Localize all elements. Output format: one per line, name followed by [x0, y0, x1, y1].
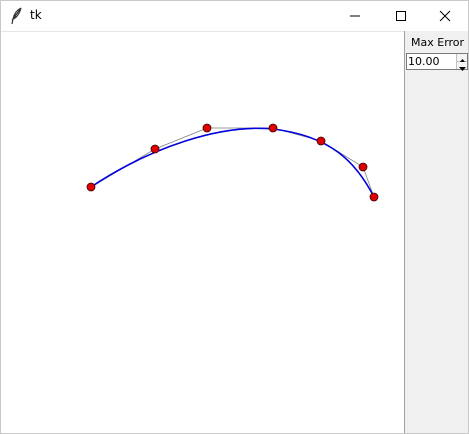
control-point[interactable]	[150, 144, 160, 154]
spin-down-button[interactable]	[457, 62, 467, 71]
fitted-bezier-curve	[90, 127, 375, 198]
window-title: tk	[30, 8, 42, 22]
control-point[interactable]	[358, 162, 368, 172]
minimize-button[interactable]	[332, 1, 378, 31]
close-button[interactable]	[422, 1, 468, 31]
control-point[interactable]	[268, 123, 278, 133]
control-point[interactable]	[202, 123, 212, 133]
canvas-svg	[86, 123, 379, 202]
title-bar[interactable]: tk	[1, 1, 468, 31]
control-point[interactable]	[369, 192, 379, 202]
control-point[interactable]	[86, 182, 96, 192]
control-panel: Max Error	[404, 31, 468, 433]
triangle-down-icon	[458, 56, 466, 75]
minimize-icon	[349, 7, 361, 26]
close-icon	[439, 7, 451, 26]
max-error-input[interactable]	[407, 54, 456, 69]
spinbox-buttons	[456, 54, 467, 71]
app-window: tk Max Error 10.00	[0, 0, 469, 434]
max-error-label: Max Error	[411, 36, 465, 49]
feather-icon	[9, 7, 25, 25]
drawing-canvas[interactable]	[1, 31, 404, 433]
maximize-icon	[395, 7, 407, 26]
max-error-spinbox[interactable]	[406, 53, 468, 71]
maximize-button[interactable]	[378, 1, 424, 31]
control-point[interactable]	[316, 136, 326, 146]
